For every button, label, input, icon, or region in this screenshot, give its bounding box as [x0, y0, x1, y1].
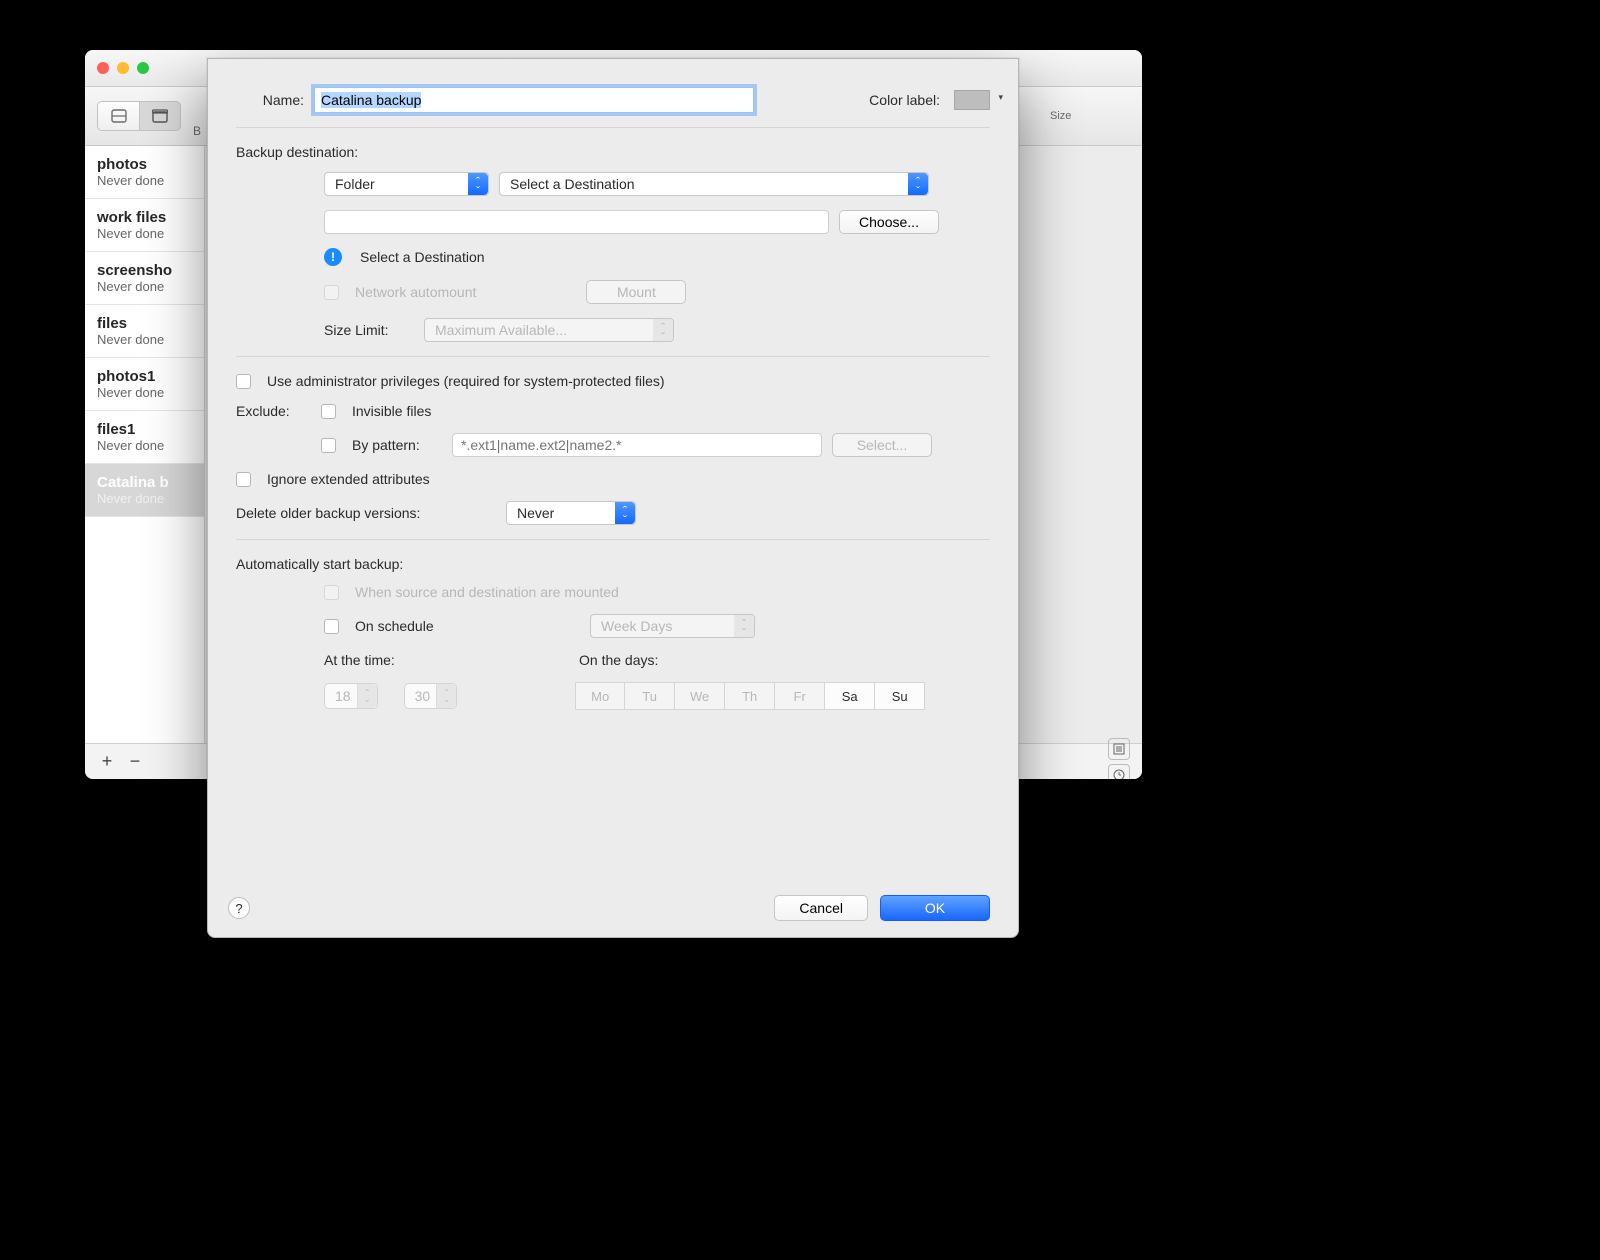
add-button[interactable]: + [93, 748, 121, 776]
name-label: Name: [236, 92, 304, 108]
destination-path-field[interactable] [324, 210, 829, 234]
backup-settings-sheet: Name: Color label: Backup destination: F… [207, 58, 1019, 938]
hour-stepper: 18 [324, 683, 378, 709]
chevron-updown-icon [734, 615, 754, 637]
list-item[interactable]: files Never done [85, 305, 204, 358]
view-mode-segment[interactable] [97, 101, 181, 131]
on-schedule-label: On schedule [355, 618, 580, 634]
day-mo: Mo [575, 682, 625, 710]
destination-type-select[interactable]: Folder [324, 172, 489, 196]
day-we: We [675, 682, 725, 710]
day-tu: Tu [625, 682, 675, 710]
archive-icon [152, 109, 168, 123]
network-automount-checkbox [324, 285, 339, 300]
chevron-updown-icon [468, 173, 488, 195]
size-limit-label: Size Limit: [324, 322, 414, 338]
destination-warning-text: Select a Destination [360, 249, 485, 265]
exclude-pattern-label: By pattern: [352, 437, 442, 453]
info-icon: ! [324, 248, 342, 266]
remove-button[interactable]: − [121, 748, 149, 776]
choose-button[interactable]: Choose... [839, 210, 939, 234]
ok-button[interactable]: OK [880, 895, 990, 921]
size-limit-select: Maximum Available... [424, 318, 674, 342]
exclude-invisible-label: Invisible files [352, 403, 431, 419]
mount-button: Mount [586, 280, 686, 304]
list-item[interactable]: work files Never done [85, 199, 204, 252]
exclude-invisible-checkbox[interactable] [321, 404, 336, 419]
color-label-text: Color label: [869, 92, 940, 108]
toolbar-section-label: B [193, 124, 201, 138]
day-su: Su [875, 682, 925, 710]
list-item[interactable]: files1 Never done [85, 411, 204, 464]
log-icon[interactable] [1108, 738, 1130, 760]
day-th: Th [725, 682, 775, 710]
ignore-extended-checkbox[interactable] [236, 472, 251, 487]
stepper-arrows-icon [436, 684, 456, 708]
panel-icon [111, 109, 127, 123]
exclude-pattern-field[interactable] [452, 433, 822, 457]
list-item[interactable]: photos Never done [85, 146, 204, 199]
schedule-icon[interactable] [1108, 764, 1130, 780]
admin-privileges-checkbox[interactable] [236, 374, 251, 389]
delete-older-label: Delete older backup versions: [236, 505, 496, 521]
day-fr: Fr [775, 682, 825, 710]
on-schedule-checkbox[interactable] [324, 619, 339, 634]
exclude-pattern-checkbox[interactable] [321, 438, 336, 453]
exclude-select-button: Select... [832, 433, 932, 457]
list-item[interactable]: photos1 Never done [85, 358, 204, 411]
admin-privileges-label: Use administrator privileges (required f… [267, 373, 665, 389]
schedule-weekset-select: Week Days [590, 614, 755, 638]
ignore-extended-label: Ignore extended attributes [267, 471, 430, 487]
auto-start-heading: Automatically start backup: [236, 556, 990, 572]
color-label-picker[interactable] [954, 90, 990, 110]
chevron-updown-icon [908, 173, 928, 195]
list-item-selected[interactable]: Catalina b Never done [85, 464, 204, 517]
column-header-size: Size [1050, 110, 1130, 122]
help-button[interactable]: ? [228, 897, 250, 919]
when-mounted-label: When source and destination are mounted [355, 584, 619, 600]
view-mode-right[interactable] [139, 101, 181, 131]
destination-select[interactable]: Select a Destination [499, 172, 929, 196]
stepper-arrows-icon [357, 684, 377, 708]
at-time-label: At the time: [324, 652, 569, 668]
when-mounted-checkbox [324, 585, 339, 600]
list-item[interactable]: screensho Never done [85, 252, 204, 305]
chevron-updown-icon [615, 502, 635, 524]
delete-older-select[interactable]: Never [506, 501, 636, 525]
backup-destination-heading: Backup destination: [236, 144, 990, 160]
name-input[interactable] [314, 87, 754, 113]
backup-list[interactable]: photos Never done work files Never done … [85, 146, 205, 743]
cancel-button[interactable]: Cancel [774, 895, 868, 921]
minute-stepper: 30 [404, 683, 458, 709]
view-mode-left[interactable] [97, 101, 139, 131]
network-automount-label: Network automount [355, 284, 476, 300]
days-selector: Mo Tu We Th Fr Sa Su [575, 682, 925, 710]
day-sa: Sa [825, 682, 875, 710]
chevron-updown-icon [653, 319, 673, 341]
exclude-label: Exclude: [236, 403, 311, 419]
on-days-label: On the days: [579, 652, 658, 668]
